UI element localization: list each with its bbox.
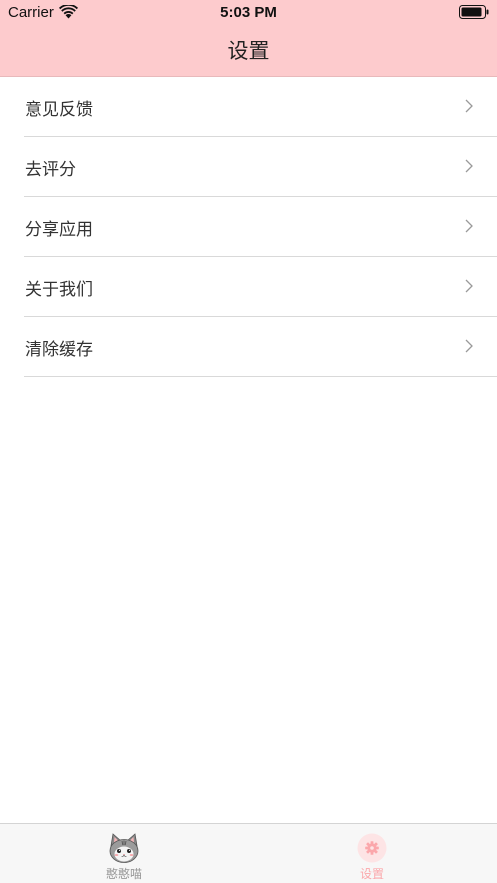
row-label: 清除缓存 <box>25 340 93 360</box>
settings-row-feedback[interactable]: 意见反馈 <box>24 77 497 137</box>
gear-icon <box>357 833 387 863</box>
row-label: 关于我们 <box>25 280 93 300</box>
settings-row-clear-cache[interactable]: 清除缓存 <box>24 317 497 377</box>
cat-face-icon <box>109 833 139 863</box>
chevron-right-icon <box>465 279 473 293</box>
row-label: 分享应用 <box>25 220 93 240</box>
chevron-right-icon <box>465 159 473 173</box>
chevron-right-icon <box>465 339 473 353</box>
status-bar: Carrier 5:03 PM <box>0 0 497 26</box>
tab-bar: 憨憨喵 设置 <box>0 823 497 883</box>
tab-settings[interactable]: 设置 <box>248 824 496 883</box>
battery-icon <box>459 5 489 19</box>
settings-row-share[interactable]: 分享应用 <box>24 197 497 257</box>
chevron-right-icon <box>465 99 473 113</box>
settings-row-rate[interactable]: 去评分 <box>24 137 497 197</box>
tab-home[interactable]: 憨憨喵 <box>0 824 248 883</box>
row-label: 去评分 <box>25 160 76 180</box>
clock: 5:03 PM <box>220 4 277 21</box>
settings-row-about[interactable]: 关于我们 <box>24 257 497 317</box>
chevron-right-icon <box>465 219 473 233</box>
settings-list: 意见反馈 去评分 分享应用 关于我们 清除缓存 <box>0 77 497 377</box>
page-title: 设置 <box>227 39 270 63</box>
row-label: 意见反馈 <box>25 100 93 120</box>
header: Carrier 5:03 PM 设置 <box>0 0 497 77</box>
tab-label: 设置 <box>359 867 384 881</box>
tab-label: 憨憨喵 <box>105 867 142 881</box>
